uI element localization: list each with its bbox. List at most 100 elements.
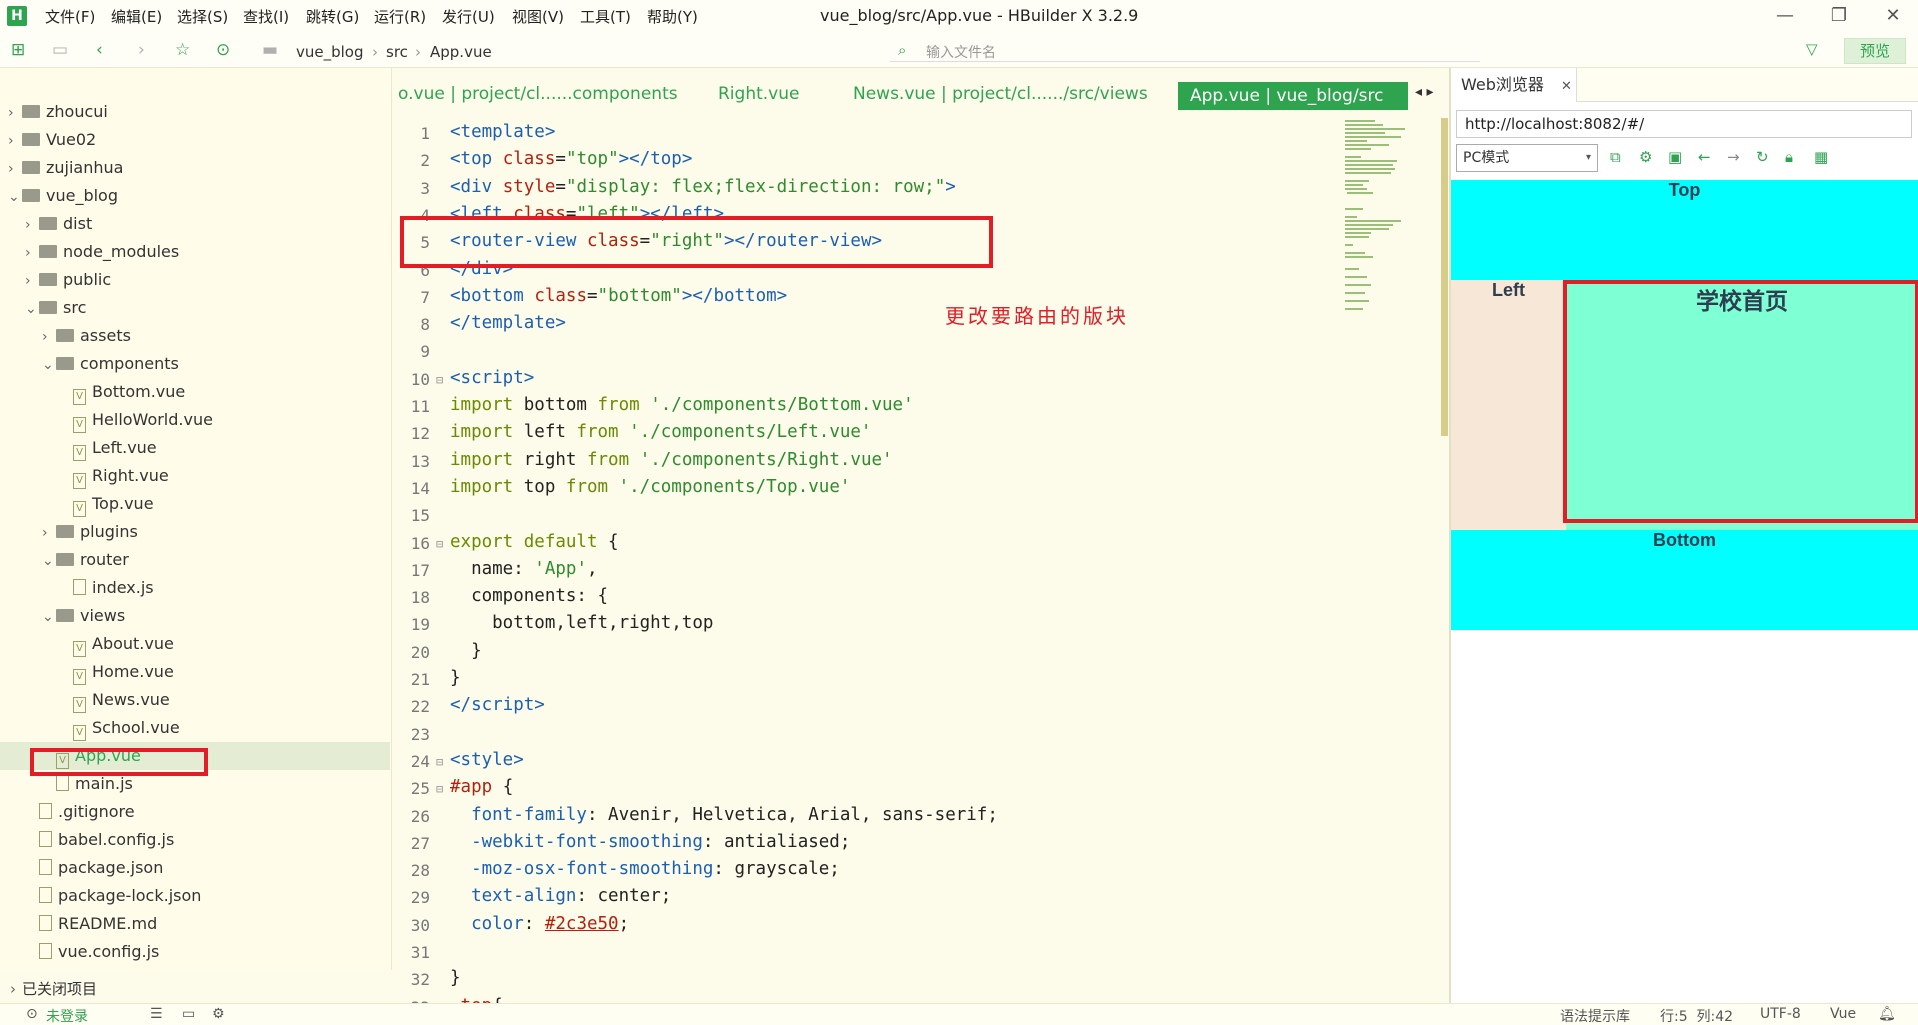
menu-help[interactable]: 帮助(Y) xyxy=(647,6,698,27)
code-line[interactable]: font-family: Avenir, Helvetica, Arial, s… xyxy=(450,805,998,825)
tree-item-assets[interactable]: › assets xyxy=(0,322,390,350)
code-line[interactable]: color: #2c3e50; xyxy=(450,914,629,934)
back-arrow-icon[interactable]: ← xyxy=(1698,148,1711,166)
tree-item-helloworld-vue[interactable]: V HelloWorld.vue xyxy=(0,406,390,434)
code-line[interactable]: <bottom class="bottom"></bottom> xyxy=(450,286,787,306)
code-line[interactable]: } xyxy=(450,641,482,661)
browser-tab[interactable]: Web浏览器 ✕ xyxy=(1451,68,1577,102)
tree-item-zhoucui[interactable]: › zhoucui xyxy=(0,98,390,126)
tab-news-vue[interactable]: News.vue | project/cl....../src/views xyxy=(853,84,1148,104)
list-icon[interactable]: ☰ xyxy=(150,1006,163,1022)
tree-item-vue-blog[interactable]: ⌄ vue_blog xyxy=(0,182,390,210)
tree-item-news-vue[interactable]: V News.vue xyxy=(0,686,390,714)
new-file-icon[interactable]: ⊞ xyxy=(11,40,25,60)
tree-item-babel-config-js[interactable]: babel.config.js xyxy=(0,826,390,854)
code-line[interactable]: -webkit-font-smoothing: antialiased; xyxy=(450,832,850,852)
tab-app-vue[interactable]: App.vue | vue_blog/src xyxy=(1178,82,1408,110)
preview-button[interactable]: 预览 xyxy=(1844,38,1906,64)
tree-item-top-vue[interactable]: V Top.vue xyxy=(0,490,390,518)
menu-run[interactable]: 运行(R) xyxy=(374,6,426,27)
menu-publish[interactable]: 发行(U) xyxy=(442,6,495,27)
tree-item-vue02[interactable]: › Vue02 xyxy=(0,126,390,154)
tree-item-bottom-vue[interactable]: V Bottom.vue xyxy=(0,378,390,406)
lock-icon[interactable]: 🔒︎ xyxy=(1785,148,1793,166)
menu-file[interactable]: 文件(F) xyxy=(45,6,95,27)
close-icon[interactable]: ✕ xyxy=(1561,79,1572,94)
tree-item-node-modules[interactable]: › node_modules xyxy=(0,238,390,266)
language-mode[interactable]: Vue xyxy=(1830,1006,1856,1022)
code-line[interactable]: import top from './components/Top.vue' xyxy=(450,477,850,497)
refresh-icon[interactable]: ↻ xyxy=(1756,148,1769,166)
minimize-button[interactable]: — xyxy=(1762,2,1808,30)
menu-tools[interactable]: 工具(T) xyxy=(580,6,631,27)
code-line[interactable]: text-align: center; xyxy=(450,886,671,906)
code-line[interactable]: } xyxy=(450,968,461,988)
minimap[interactable] xyxy=(1343,118,1443,318)
syntax-hint[interactable]: 语法提示库 xyxy=(1560,1006,1630,1025)
terminal-icon[interactable]: ▭ xyxy=(182,1006,195,1022)
menu-select[interactable]: 选择(S) xyxy=(177,6,228,27)
code-line[interactable]: <top class="top"></top> xyxy=(450,149,692,169)
tree-item-src[interactable]: ⌄ src xyxy=(0,294,390,322)
menu-goto[interactable]: 跳转(G) xyxy=(306,6,359,27)
code-line[interactable]: import right from './components/Right.vu… xyxy=(450,450,893,470)
closed-projects[interactable]: › 已关闭项目 xyxy=(10,978,97,999)
menu-find[interactable]: 查找(I) xyxy=(243,6,289,27)
star-icon[interactable]: ☆ xyxy=(175,40,190,60)
encoding[interactable]: UTF-8 xyxy=(1760,1006,1801,1022)
settings-icon[interactable]: ⚙ xyxy=(1639,148,1652,166)
code-line[interactable]: #app { xyxy=(450,777,513,797)
code-line[interactable]: bottom,left,right,top xyxy=(450,613,713,633)
tab-right-vue[interactable]: Right.vue xyxy=(718,84,799,104)
fold-icon[interactable]: ⊟ xyxy=(436,782,443,796)
code-line[interactable]: <template> xyxy=(450,122,555,142)
tree-item-right-vue[interactable]: V Right.vue xyxy=(0,462,390,490)
tree-item-dist[interactable]: › dist xyxy=(0,210,390,238)
tree-item-package-lock-json[interactable]: package-lock.json xyxy=(0,882,390,910)
tree-item-router[interactable]: ⌄ router xyxy=(0,546,390,574)
tree-item-plugins[interactable]: › plugins xyxy=(0,518,390,546)
code-line[interactable]: <style> xyxy=(450,750,524,770)
code-line[interactable]: } xyxy=(450,668,461,688)
fold-icon[interactable]: ⊟ xyxy=(436,755,443,769)
login-status[interactable]: 未登录 xyxy=(46,1006,88,1025)
bell-icon[interactable]: 🔔︎ xyxy=(1878,1006,1896,1022)
tree-item-index-js[interactable]: index.js xyxy=(0,574,390,602)
plugin-icon[interactable]: ⚙ xyxy=(212,1006,225,1022)
tree-item-public[interactable]: › public xyxy=(0,266,390,294)
tree-item-gitignore[interactable]: .gitignore xyxy=(0,798,390,826)
code-line[interactable]: <script> xyxy=(450,368,534,388)
run-icon[interactable]: ⊙ xyxy=(216,40,230,60)
tab-components[interactable]: o.vue | project/cl......components xyxy=(398,84,678,104)
tree-item-views[interactable]: ⌄ views xyxy=(0,602,390,630)
tree-item-left-vue[interactable]: V Left.vue xyxy=(0,434,390,462)
code-line[interactable]: import left from './components/Left.vue' xyxy=(450,422,871,442)
console-icon[interactable]: ▣ xyxy=(1668,148,1682,166)
url-input[interactable]: http://localhost:8082/#/ xyxy=(1456,110,1912,138)
fold-icon[interactable]: ⊟ xyxy=(436,537,443,551)
forward-icon[interactable]: › xyxy=(138,40,145,60)
code-line[interactable]: </script> xyxy=(450,695,545,715)
code-line[interactable]: </template> xyxy=(450,313,566,333)
maximize-button[interactable]: ❐ xyxy=(1816,2,1862,30)
code-line[interactable]: import bottom from './components/Bottom.… xyxy=(450,395,914,415)
breadcrumb-folder[interactable]: src xyxy=(386,43,408,61)
code-line[interactable]: export default { xyxy=(450,532,619,552)
tree-item-home-vue[interactable]: V Home.vue xyxy=(0,658,390,686)
save-icon[interactable]: ▭ xyxy=(52,40,68,60)
tab-scroll-icon[interactable]: ◂ ▸ xyxy=(1415,84,1434,100)
mode-select[interactable]: PC模式 ▾ xyxy=(1456,144,1598,172)
fold-icon[interactable]: ⊟ xyxy=(436,373,443,387)
filter-icon[interactable]: ▽ xyxy=(1806,40,1818,58)
menu-edit[interactable]: 编辑(E) xyxy=(111,6,162,27)
code-line[interactable]: components: { xyxy=(450,586,608,606)
code-line[interactable]: <div style="display: flex;flex-direction… xyxy=(450,177,956,197)
menu-view[interactable]: 视图(V) xyxy=(512,6,564,27)
tree-item-readme-md[interactable]: README.md xyxy=(0,910,390,938)
close-button[interactable]: ✕ xyxy=(1870,2,1916,30)
tree-item-school-vue[interactable]: V School.vue xyxy=(0,714,390,742)
open-external-icon[interactable]: ⧉ xyxy=(1610,148,1621,166)
tree-item-components[interactable]: ⌄ components xyxy=(0,350,390,378)
forward-arrow-icon[interactable]: → xyxy=(1727,148,1740,166)
code-line[interactable]: name: 'App', xyxy=(450,559,597,579)
